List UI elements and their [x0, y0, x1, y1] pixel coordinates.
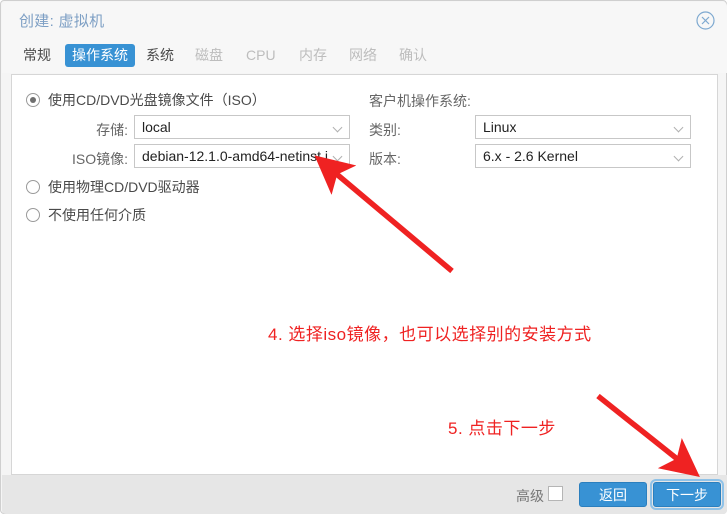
radio-no-media-label: 不使用任何介质	[48, 205, 146, 225]
chevron-down-icon	[334, 153, 342, 158]
tab-os[interactable]: 操作系统	[65, 44, 135, 67]
tab-network: 网络	[342, 44, 384, 67]
guest-os-heading: 客户机操作系统:	[369, 91, 471, 111]
wizard-tabbar: 常规 操作系统 系统 磁盘 CPU 内存 网络 确认	[2, 39, 727, 73]
storage-select[interactable]: local	[134, 115, 350, 139]
os-type-value: Linux	[483, 116, 516, 138]
chevron-down-icon	[675, 124, 683, 129]
dialog-title: 创建: 虚拟机	[19, 10, 104, 31]
os-version-label: 版本:	[369, 149, 429, 169]
os-version-value: 6.x - 2.6 Kernel	[483, 145, 578, 167]
radio-no-media[interactable]	[26, 208, 40, 222]
close-icon[interactable]	[696, 11, 715, 30]
advanced-checkbox[interactable]	[548, 486, 563, 501]
radio-iso-label: 使用CD/DVD光盘镜像文件（ISO）	[48, 90, 266, 110]
annotation-step-5: 5. 点击下一步	[448, 414, 556, 439]
tab-confirm: 确认	[392, 44, 434, 67]
radio-physical-drive-label: 使用物理CD/DVD驱动器	[48, 177, 200, 197]
tab-disks: 磁盘	[188, 44, 230, 67]
chevron-down-icon	[334, 124, 342, 129]
radio-physical-drive[interactable]	[26, 180, 40, 194]
dialog-footer: 高级 返回 下一步	[2, 475, 727, 514]
os-type-label: 类别:	[369, 120, 429, 140]
create-vm-dialog: 创建: 虚拟机 常规 操作系统 系统 磁盘 CPU 内存 网络 确认 使用CD/…	[0, 0, 727, 514]
iso-image-select[interactable]: debian-12.1.0-amd64-netinst.iso	[134, 144, 350, 168]
tab-memory: 内存	[292, 44, 334, 67]
iso-image-label: ISO镜像:	[32, 149, 128, 169]
iso-image-value: debian-12.1.0-amd64-netinst.iso	[142, 145, 328, 167]
option-row-no-media[interactable]: 不使用任何介质	[26, 205, 146, 225]
option-row-iso[interactable]: 使用CD/DVD光盘镜像文件（ISO）	[26, 90, 266, 110]
advanced-label: 高级	[516, 486, 544, 506]
tab-system[interactable]: 系统	[139, 44, 181, 67]
wizard-content-panel: 使用CD/DVD光盘镜像文件（ISO） 存储: local ISO镜像: deb…	[11, 74, 718, 475]
annotation-step-4: 4. 选择iso镜像，也可以选择别的安装方式	[268, 320, 592, 345]
chevron-down-icon	[675, 153, 683, 158]
back-button[interactable]: 返回	[579, 482, 647, 507]
tab-cpu: CPU	[239, 44, 283, 67]
radio-iso[interactable]	[26, 93, 40, 107]
option-row-physical-drive[interactable]: 使用物理CD/DVD驱动器	[26, 177, 200, 197]
tab-general[interactable]: 常规	[16, 44, 58, 67]
next-button[interactable]: 下一步	[653, 482, 721, 507]
os-type-select[interactable]: Linux	[475, 115, 691, 139]
storage-value: local	[142, 116, 171, 138]
os-version-select[interactable]: 6.x - 2.6 Kernel	[475, 144, 691, 168]
dialog-titlebar: 创建: 虚拟机	[2, 2, 727, 39]
storage-label: 存储:	[32, 120, 128, 140]
